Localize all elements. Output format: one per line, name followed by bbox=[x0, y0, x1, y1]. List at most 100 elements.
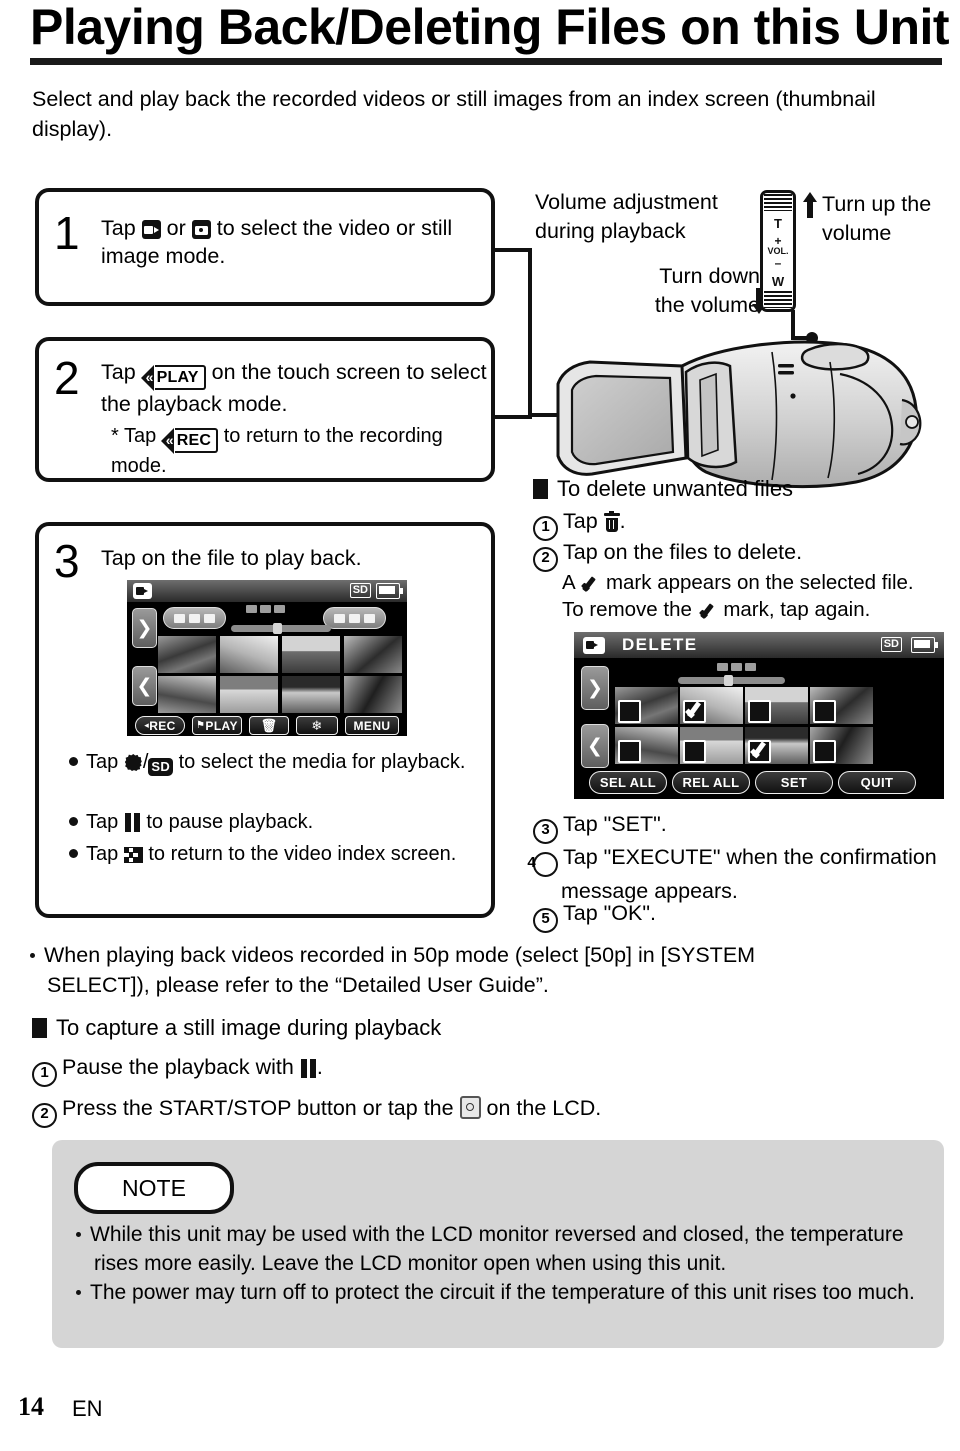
intro-paragraph: Select and play back the recorded videos… bbox=[32, 87, 876, 141]
volume-heading-line1: Volume adjustment bbox=[535, 190, 718, 214]
index-prev-arrow[interactable]: ❮ bbox=[132, 666, 157, 706]
thumb-checkbox[interactable] bbox=[813, 700, 836, 723]
delete-prev-arrow[interactable]: ❮ bbox=[581, 724, 609, 768]
page-title: Playing Back/Deleting Files on this Unit bbox=[30, 0, 950, 55]
step-2-pre: Tap bbox=[101, 360, 136, 384]
delete-item-4-text: Tap "EXECUTE" when the confirmation mess… bbox=[561, 845, 937, 903]
turn-up-line2: volume bbox=[822, 221, 892, 245]
lever-label-wide: W bbox=[771, 274, 785, 289]
index-thumbnail[interactable] bbox=[158, 676, 216, 713]
index-scroll-knob[interactable] bbox=[273, 623, 282, 634]
index-thumbnail[interactable] bbox=[220, 636, 278, 673]
title-underline bbox=[30, 58, 942, 65]
rel-all-label: REL ALL bbox=[682, 775, 740, 790]
delete-item-3-text: Tap "SET". bbox=[563, 812, 667, 836]
delete-note-line1: A mark appears on the selected file. bbox=[562, 571, 957, 595]
sd-card-icon: SD bbox=[148, 758, 174, 776]
small-bullet bbox=[76, 1232, 81, 1237]
index-left-pill[interactable] bbox=[163, 607, 226, 629]
set-button[interactable]: SET bbox=[755, 771, 833, 794]
delete-item-4: 4 Tap "EXECUTE" when the confirmation mes… bbox=[527, 843, 960, 905]
bullet-dot bbox=[69, 817, 78, 826]
quit-label: QUIT bbox=[860, 775, 894, 790]
delete-page-dots bbox=[717, 663, 756, 671]
index-scrollbar[interactable] bbox=[231, 623, 331, 634]
delete-item-2: 2 Tap on the files to delete. bbox=[533, 540, 953, 572]
note-50p-line1: When playing back videos recorded in 50p… bbox=[44, 943, 756, 967]
thumb-checkbox-checked[interactable] bbox=[748, 740, 771, 763]
menu-button-label: MENU bbox=[353, 718, 391, 733]
index-page-dots bbox=[246, 605, 285, 613]
capture-item-2-pre: Press the START/STOP button or tap the bbox=[62, 1096, 454, 1120]
note-line2-pre: To remove the bbox=[562, 598, 692, 621]
thumb-checkbox-checked[interactable] bbox=[683, 700, 706, 723]
video-mode-icon bbox=[133, 583, 152, 599]
delete-section-heading: To delete unwanted files bbox=[533, 476, 953, 502]
turn-down-line2: the volume bbox=[654, 293, 760, 317]
index-next-arrow[interactable]: ❯ bbox=[132, 608, 157, 648]
step-3-bullet-2: Tap to pause playback. bbox=[69, 809, 474, 835]
snapshot-icon bbox=[459, 1096, 481, 1119]
note-bullet-2-text: The power may turn off to protect the ci… bbox=[90, 1281, 915, 1304]
delete-scroll-knob[interactable] bbox=[724, 675, 733, 686]
thumb-checkbox[interactable] bbox=[618, 740, 641, 763]
play-button-label: PLAY bbox=[205, 718, 238, 733]
menu-button[interactable]: MENU bbox=[345, 716, 399, 735]
index-thumbnail[interactable] bbox=[344, 676, 402, 713]
step-1-box: 1 Tap or to select the video or still im… bbox=[35, 188, 495, 306]
index-right-pill[interactable] bbox=[323, 607, 386, 629]
delete-item-3: 3 Tap "SET". bbox=[533, 812, 953, 844]
note-panel: NOTE While this unit may be used with th… bbox=[52, 1140, 944, 1348]
lever-label-vol: VOL. bbox=[767, 246, 789, 256]
sd-badge: SD bbox=[880, 637, 902, 652]
thumb-checkbox[interactable] bbox=[618, 700, 641, 723]
volume-heading: Volume adjustment during playback bbox=[535, 188, 785, 246]
index-thumbnail[interactable] bbox=[282, 636, 340, 673]
connector-vertical bbox=[528, 248, 532, 418]
capture-section-heading: To capture a still image during playback bbox=[32, 1015, 732, 1041]
index-thumbnail[interactable] bbox=[344, 636, 402, 673]
sd-badge: SD bbox=[349, 583, 371, 598]
rel-all-button[interactable]: REL ALL bbox=[672, 771, 750, 794]
index-lcd-screen: SD ❯ ❮ ◂ REC ⚑ PLAY 🗑 ❄ MENU bbox=[127, 580, 407, 736]
note-bullet-2: The power may turn off to protect the ci… bbox=[76, 1278, 950, 1307]
rec-touch-badge: REC bbox=[161, 427, 219, 454]
step-3-number: 3 bbox=[54, 535, 80, 587]
play-button[interactable]: ⚑ PLAY bbox=[192, 716, 242, 735]
note-line2-post: mark, tap again. bbox=[723, 598, 871, 621]
step-3-box: 3 Tap on the file to play back. SD ❯ ❮ ◂… bbox=[35, 522, 495, 918]
rec-button[interactable]: ◂ REC bbox=[135, 716, 185, 735]
turn-down-label: Turn down the volume bbox=[595, 262, 760, 320]
circled-number: 1 bbox=[32, 1062, 57, 1087]
b1-post: to select the media for playback. bbox=[178, 751, 466, 773]
index-screen-icon bbox=[123, 847, 143, 863]
index-thumbnail[interactable] bbox=[282, 676, 340, 713]
capture-heading-text: To capture a still image during playback bbox=[56, 1015, 442, 1040]
delete-item-1: 1 Tap . bbox=[533, 509, 953, 541]
thumb-checkbox[interactable] bbox=[813, 740, 836, 763]
step-1-pre: Tap bbox=[101, 216, 136, 240]
delete-heading-text: To delete unwanted files bbox=[557, 476, 794, 501]
sel-all-button[interactable]: SEL ALL bbox=[589, 771, 667, 794]
zoom-volume-lever[interactable]: T + VOL. – W bbox=[760, 190, 796, 312]
quit-button[interactable]: QUIT bbox=[838, 771, 916, 794]
bullet-dot bbox=[69, 757, 78, 766]
connector-step2 bbox=[492, 415, 532, 419]
media-select-button[interactable]: ❄ bbox=[296, 716, 338, 735]
thumb-checkbox[interactable] bbox=[683, 740, 706, 763]
note-label: NOTE bbox=[74, 1162, 234, 1214]
delete-button[interactable]: 🗑 bbox=[249, 716, 289, 735]
turn-up-label: Turn up the volume bbox=[822, 190, 960, 248]
delete-note-line2: To remove the mark, tap again. bbox=[562, 598, 957, 622]
delete-scrollbar[interactable] bbox=[678, 675, 785, 686]
capture-item-2-post: on the LCD. bbox=[486, 1096, 602, 1120]
thumb-checkbox[interactable] bbox=[748, 700, 771, 723]
index-thumbnail[interactable] bbox=[220, 676, 278, 713]
capture-item-1-pre: Pause the playback with bbox=[62, 1055, 294, 1079]
video-mode-icon bbox=[583, 637, 605, 654]
capture-item-1-post: . bbox=[316, 1055, 323, 1079]
delete-next-arrow[interactable]: ❯ bbox=[581, 666, 609, 710]
pause-icon bbox=[300, 1059, 317, 1078]
index-thumbnail[interactable] bbox=[158, 636, 216, 673]
turn-up-arrow-icon bbox=[803, 192, 817, 218]
